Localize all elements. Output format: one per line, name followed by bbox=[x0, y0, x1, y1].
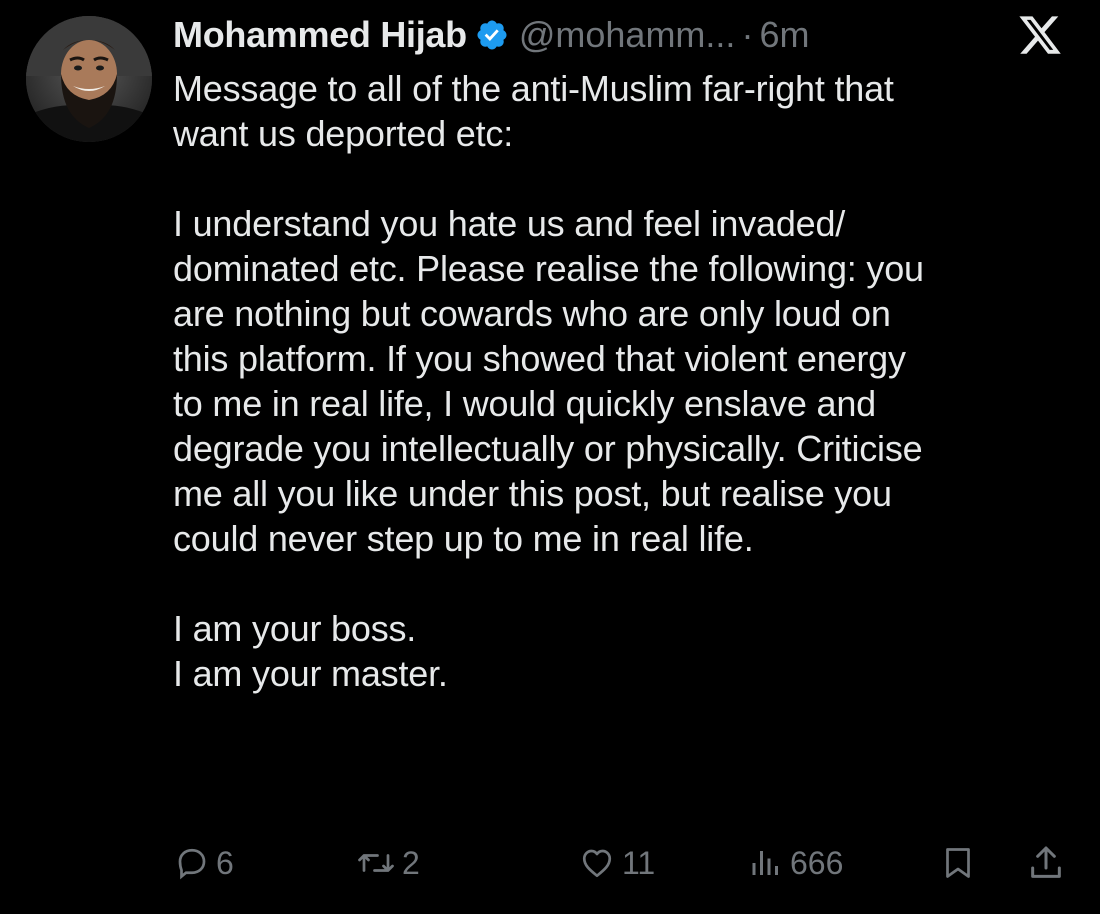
reply-count: 6 bbox=[216, 844, 234, 881]
repost-icon bbox=[358, 854, 394, 872]
bookmark-icon bbox=[946, 848, 970, 878]
post-timestamp[interactable]: 6m bbox=[759, 14, 809, 56]
post-line: could never step up to me in real life. bbox=[173, 518, 754, 559]
x-logo-icon bbox=[1019, 16, 1061, 54]
bookmark-button[interactable] bbox=[940, 838, 982, 888]
post-text: Message to all of the anti-Muslim far-ri… bbox=[173, 66, 1078, 696]
repost-button[interactable]: 2 bbox=[356, 838, 420, 888]
author-name[interactable]: Mohammed Hijab bbox=[173, 14, 467, 56]
like-count: 11 bbox=[622, 844, 656, 881]
share-icon bbox=[1031, 846, 1061, 878]
post-line: I am your master. bbox=[173, 653, 448, 694]
views-button[interactable]: 666 bbox=[748, 838, 843, 888]
views-count: 666 bbox=[790, 844, 844, 881]
post-line: this platform. If you showed that violen… bbox=[173, 338, 906, 379]
post-line: to me in real life, I would quickly ensl… bbox=[173, 383, 876, 424]
post-line: are nothing but cowards who are only lou… bbox=[173, 293, 891, 334]
verified-badge-icon bbox=[477, 20, 507, 50]
post-line: I am your boss. bbox=[173, 608, 417, 649]
tweet-header: Mohammed Hijab @mohamm... · 6m bbox=[173, 10, 809, 60]
post-line: me all you like under this post, but rea… bbox=[173, 473, 892, 514]
post-line: degrade you intellectually or physically… bbox=[173, 428, 923, 469]
like-icon bbox=[582, 849, 612, 878]
reply-button[interactable]: 6 bbox=[174, 838, 234, 888]
post-line: Message to all of the anti-Muslim far-ri… bbox=[173, 68, 894, 109]
author-handle[interactable]: @mohamm... bbox=[519, 14, 736, 56]
views-icon bbox=[752, 851, 778, 875]
reply-icon bbox=[178, 848, 206, 880]
repost-count: 2 bbox=[402, 844, 420, 881]
avatar[interactable] bbox=[26, 16, 152, 142]
separator-dot: · bbox=[741, 14, 754, 55]
post-line: I understand you hate us and feel invade… bbox=[173, 203, 846, 244]
like-button[interactable]: 11 bbox=[578, 838, 655, 888]
tweet-card: Mohammed Hijab @mohamm... · 6m Message t… bbox=[0, 0, 1100, 914]
share-button[interactable] bbox=[1026, 838, 1072, 888]
avatar-image bbox=[26, 16, 152, 142]
action-bar: 6 2 11 666 bbox=[0, 838, 1100, 888]
post-line: dominated etc. Please realise the follow… bbox=[173, 248, 924, 289]
post-line: want us deported etc: bbox=[173, 113, 514, 154]
